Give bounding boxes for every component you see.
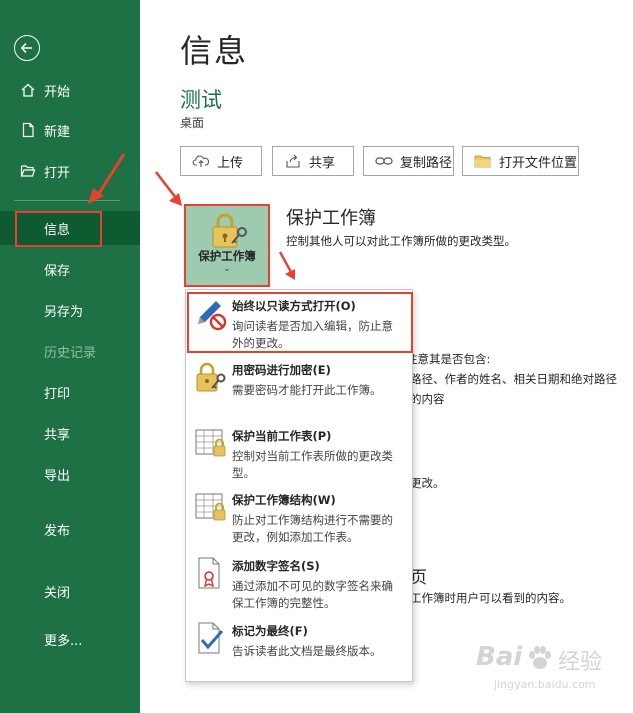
sidebar-item-label: 新建 [44, 124, 71, 140]
share-button[interactable]: 共享 [272, 146, 354, 176]
page-title: 信息 [180, 32, 249, 70]
document-name: 测试 [180, 88, 222, 112]
inspect-text: 注意其是否包含: [406, 352, 491, 366]
home-icon [19, 81, 37, 99]
watermark-brand: Bai [476, 642, 523, 672]
sidebar-item-save[interactable]: 保存 [0, 252, 140, 286]
menu-item-title: 保护当前工作表(P) [232, 429, 332, 443]
lock-key-icon [196, 362, 226, 392]
open-location-label: 打开文件位置 [499, 155, 578, 171]
sidebar-item-label: 更多... [44, 633, 83, 649]
watermark-brand-2: 经验 [558, 650, 603, 675]
chevron-down-icon: ⌄ [223, 264, 231, 274]
sidebar-item-label: 打印 [44, 386, 71, 402]
annotation-arrow-icon [278, 251, 295, 280]
new-document-icon [19, 121, 37, 139]
menu-item-protect-workbook-structure[interactable]: 保护工作簿结构(W) 防止对工作簿结构进行不需要的更改，例如添加工作表。 [186, 488, 412, 550]
inspect-text: 路径、作者的姓名、相关日期和绝对路径 [410, 372, 617, 386]
sidebar-item-print[interactable]: 打印 [0, 375, 140, 409]
cloud-upload-icon [191, 151, 211, 171]
menu-item-title: 标记为最终(F) [232, 624, 308, 638]
menu-item-protect-current-sheet[interactable]: 保护当前工作表(P) 控制对当前工作表所做的更改类型。 [186, 424, 412, 484]
sidebar-item-label: 关闭 [44, 585, 71, 601]
sidebar-item-history: 历史记录 [0, 334, 140, 368]
menu-item-highlight-box [187, 292, 413, 353]
workbook-structure-lock-icon [195, 493, 226, 521]
back-arrow-icon[interactable] [14, 35, 40, 61]
menu-item-title: 添加数字签名(S) [232, 559, 320, 573]
copy-path-button[interactable]: 复制路径 [363, 146, 454, 176]
protect-workbook-button[interactable]: 保护工作簿 ⌄ [184, 204, 270, 287]
sidebar-item-label: 开始 [44, 84, 71, 100]
open-folder-icon [19, 162, 37, 180]
menu-item-encrypt-with-password[interactable]: 用密码进行加密(E) 需要密码才能打开此工作簿。 [186, 358, 412, 418]
sidebar-item-save-as[interactable]: 另存为 [0, 293, 140, 327]
sidebar-item-label: 导出 [44, 468, 71, 484]
sidebar-item-publish[interactable]: 发布 [0, 512, 140, 546]
menu-item-title: 保护工作簿结构(W) [232, 493, 336, 507]
inspect-text: 的内容 [410, 392, 445, 406]
sidebar-item-label: 发布 [44, 523, 71, 539]
versions-text: 更改。 [410, 476, 445, 490]
sidebar-item-more[interactable]: 更多... [0, 622, 140, 656]
sheet-lock-icon [195, 429, 226, 457]
folder-icon [473, 151, 493, 171]
menu-item-mark-as-final[interactable]: 标记为最终(F) 告诉读者此文档是最终版本。 [186, 619, 412, 675]
sidebar-item-label: 打开 [44, 165, 71, 181]
backstage-sidebar: 开始 新建 打开 信息 保存 另存为 历史记录 打印 共享 导出 发布 关闭 更… [0, 0, 140, 713]
sidebar-item-label: 另存为 [44, 304, 84, 320]
menu-item-desc: 控制对当前工作表所做的更改类型。 [232, 449, 393, 480]
sidebar-item-label: 历史记录 [44, 345, 97, 361]
watermark-url: jingyan.baidu.com [494, 678, 596, 691]
browser-view-text: 工作簿时用户可以看到的内容。 [410, 591, 571, 605]
menu-item-desc: 防止对工作簿结构进行不需要的更改，例如添加工作表。 [232, 513, 393, 544]
sidebar-item-label: 保存 [44, 263, 71, 279]
menu-item-desc: 告诉读者此文档是最终版本。 [232, 644, 382, 658]
annotation-arrow-icon [88, 153, 126, 204]
share-label: 共享 [309, 155, 336, 171]
protect-workbook-label: 保护工作簿 [198, 249, 256, 263]
info-highlight-box [15, 211, 102, 247]
paw-logo-icon [529, 646, 551, 669]
sidebar-item-new[interactable]: 新建 [0, 113, 140, 147]
menu-item-add-digital-signature[interactable]: 添加数字签名(S) 通过添加不可见的数字签名来确保工作簿的完整性。 [186, 554, 412, 616]
share-icon [283, 151, 303, 171]
sidebar-item-export[interactable]: 导出 [0, 457, 140, 491]
link-icon [374, 151, 394, 171]
sidebar-item-home[interactable]: 开始 [0, 73, 140, 107]
sidebar-item-label: 共享 [44, 427, 71, 443]
upload-button[interactable]: 上传 [180, 146, 262, 176]
mark-final-icon [198, 622, 224, 654]
lock-key-icon [212, 213, 247, 248]
menu-item-desc: 通过添加不可见的数字签名来确保工作簿的完整性。 [232, 579, 393, 610]
open-file-location-button[interactable]: 打开文件位置 [462, 146, 579, 176]
annotation-arrow-icon [154, 171, 182, 206]
menu-item-desc: 需要密码才能打开此工作簿。 [232, 383, 382, 397]
document-location: 桌面 [180, 116, 205, 130]
sidebar-item-close[interactable]: 关闭 [0, 574, 140, 608]
menu-item-title: 用密码进行加密(E) [232, 363, 331, 377]
digital-signature-icon [198, 557, 220, 589]
protect-section-desc: 控制其他人可以对此工作簿所做的更改类型。 [286, 234, 516, 248]
sidebar-item-share[interactable]: 共享 [0, 416, 140, 450]
baidu-watermark: Bai 经验 jingyan.baidu.com [468, 640, 628, 700]
copy-path-label: 复制路径 [400, 155, 453, 171]
protect-section-title: 保护工作簿 [286, 208, 376, 229]
upload-label: 上传 [217, 155, 244, 171]
